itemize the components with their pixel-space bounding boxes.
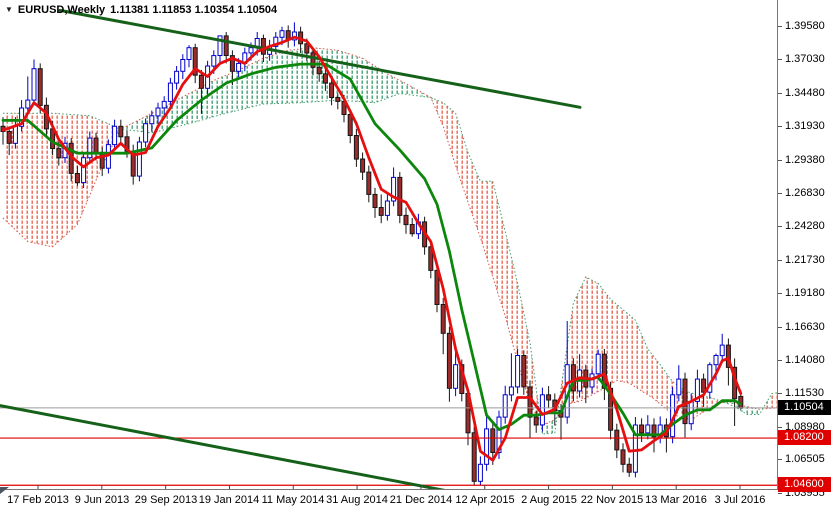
terminal-chart-window: { "header": { "dropdown_icon": "▼", "sym… xyxy=(0,0,831,511)
current-price-marker: 1.10504 xyxy=(778,400,831,415)
axis-corner-marker-icon xyxy=(0,487,9,494)
ohlc-quote-label: 1.11381 1.11853 1.10354 1.10504 xyxy=(110,4,277,16)
price-axis-label: 1.19180 xyxy=(785,287,825,299)
symbol-dropdown-icon[interactable]: ▼ xyxy=(5,5,13,14)
price-axis-label: 1.34480 xyxy=(785,87,825,99)
price-axis-label: 1.14080 xyxy=(785,354,825,366)
price-axis-label: 1.06505 xyxy=(785,453,825,465)
price-axis-label: 1.21730 xyxy=(785,254,825,266)
hline-price-marker: 1.04600 xyxy=(778,477,831,492)
time-axis-label: 29 Sep 2013 xyxy=(135,494,197,506)
price-axis-label: 1.39580 xyxy=(785,20,825,32)
price-chart-svg xyxy=(0,0,777,489)
price-axis-label: 1.24280 xyxy=(785,220,825,232)
price-axis-label: 1.16630 xyxy=(785,321,825,333)
price-axis[interactable]: 1.39580 1.37030 1.34480 1.31930 1.29380 1.268… xyxy=(778,0,831,511)
price-axis-label: 1.11530 xyxy=(785,387,824,399)
time-axis-label: 13 Mar 2016 xyxy=(645,494,707,506)
hline-price-marker: 1.08200 xyxy=(778,430,831,445)
chart-title: ▼ EURUSD,Weekly 1.11381 1.11853 1.10354 … xyxy=(5,4,277,16)
time-axis-label: 9 Jun 2013 xyxy=(75,494,129,506)
time-axis-label: 22 Nov 2015 xyxy=(581,494,643,506)
price-axis-label: 1.37030 xyxy=(785,53,825,65)
chart-canvas[interactable]: ▼ EURUSD,Weekly 1.11381 1.11853 1.10354 … xyxy=(0,0,778,490)
price-axis-label: 1.31930 xyxy=(785,120,825,132)
time-axis[interactable]: 17 Feb 2013 9 Jun 2013 29 Sep 201319 Jan 2… xyxy=(0,491,777,511)
time-axis-label: 2 Aug 2015 xyxy=(521,494,577,506)
symbol-timeframe-label: EURUSD,Weekly xyxy=(18,4,105,16)
time-axis-label: 31 Aug 2014 xyxy=(326,494,388,506)
price-axis-label: 1.29380 xyxy=(785,154,825,166)
price-axis-label: 1.26830 xyxy=(785,187,825,199)
time-axis-label: 3 Jul 2016 xyxy=(715,494,766,506)
time-axis-label: 21 Dec 2014 xyxy=(390,494,452,506)
time-axis-label: 11 May 2014 xyxy=(262,494,325,506)
time-axis-label: 17 Feb 2013 xyxy=(7,494,69,506)
time-axis-label: 19 Jan 2014 xyxy=(199,494,260,506)
time-axis-label: 12 Apr 2015 xyxy=(455,494,514,506)
